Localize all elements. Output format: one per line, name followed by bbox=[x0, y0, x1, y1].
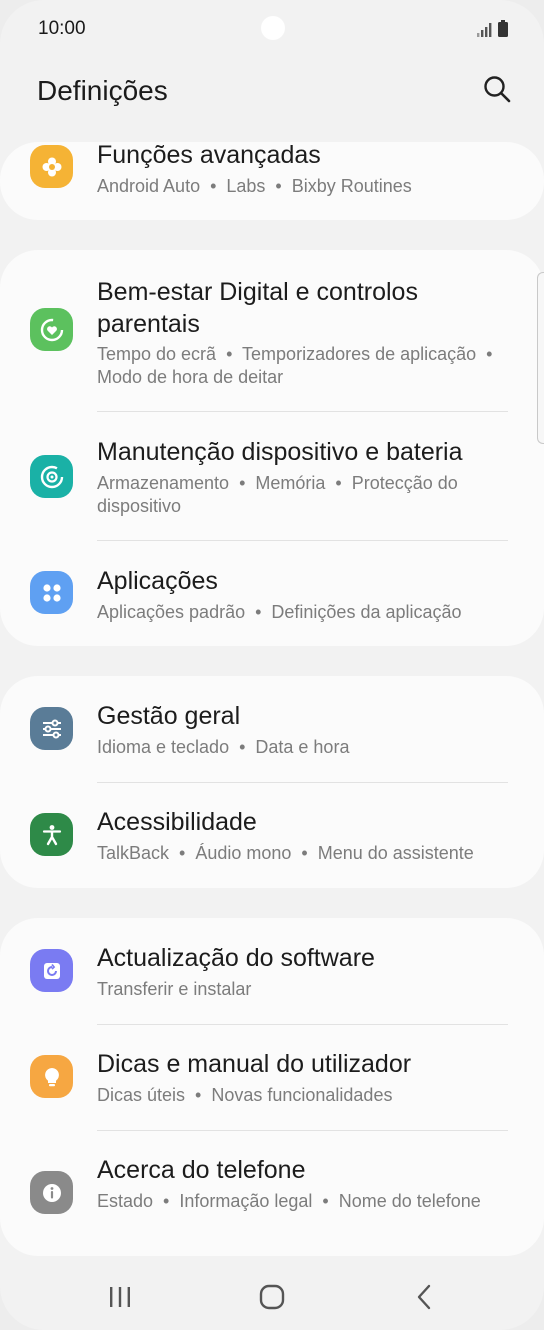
item-subtitle: Armazenamento • Memória • Protecção do d… bbox=[97, 473, 463, 516]
item-software-update[interactable]: Actualização do software Transferir e in… bbox=[0, 918, 544, 1024]
info-icon bbox=[30, 1171, 73, 1214]
search-icon bbox=[484, 76, 511, 103]
item-subtitle: Aplicações padrão • Definições da aplica… bbox=[97, 602, 462, 622]
wellbeing-heart-icon bbox=[30, 308, 73, 351]
item-general-management[interactable]: Gestão geral Idioma e teclado • Data e h… bbox=[0, 676, 544, 782]
status-bar: 10:00 bbox=[0, 0, 544, 60]
item-title: Funções avançadas bbox=[97, 141, 321, 169]
recents-icon bbox=[110, 1287, 130, 1307]
item-subtitle: TalkBack • Áudio mono • Menu do assisten… bbox=[97, 843, 474, 863]
item-title: Manutenção dispositivo e bateria bbox=[97, 438, 463, 466]
item-title: Acerca do telefone bbox=[97, 1156, 306, 1184]
status-time: 10:00 bbox=[38, 18, 86, 39]
puzzle-flower-icon bbox=[30, 145, 73, 188]
card-advanced: Funções avançadas Android Auto • Labs • … bbox=[0, 141, 544, 220]
item-advanced-features[interactable]: Funções avançadas Android Auto • Labs • … bbox=[0, 141, 544, 220]
battery-icon bbox=[498, 20, 508, 37]
card-support-group: Actualização do software Transferir e in… bbox=[0, 918, 544, 1256]
navigation-bar bbox=[0, 1262, 544, 1330]
item-apps[interactable]: Aplicações Aplicações padrão • Definiçõe… bbox=[0, 541, 544, 646]
page-title: Definições bbox=[37, 75, 168, 106]
device-care-icon bbox=[30, 455, 73, 498]
item-subtitle: Estado • Informação legal • Nome do tele… bbox=[97, 1191, 481, 1211]
item-subtitle: Tempo do ecrã • Temporizadores de aplica… bbox=[97, 344, 503, 387]
item-title: Dicas e manual do utilizador bbox=[97, 1050, 412, 1078]
card-wellbeing-group: Bem-estar Digital e controlos parentais … bbox=[0, 250, 544, 646]
camera-cutout bbox=[261, 16, 285, 40]
scrollbar[interactable] bbox=[537, 272, 544, 444]
sliders-icon bbox=[30, 707, 73, 750]
phone-screen: 10:00 Definições Funções avançadas Andro… bbox=[0, 0, 544, 1330]
software-update-icon bbox=[30, 949, 73, 992]
item-accessibility[interactable]: Acessibilidade TalkBack • Áudio mono • M… bbox=[0, 783, 544, 888]
lightbulb-icon bbox=[30, 1055, 73, 1098]
item-title: Bem-estar Digital e controlos parentais bbox=[97, 278, 418, 338]
item-title: Gestão geral bbox=[97, 702, 241, 730]
card-general-group: Gestão geral Idioma e teclado • Data e h… bbox=[0, 676, 544, 888]
app-header: Definições bbox=[0, 60, 544, 130]
recents-button[interactable] bbox=[100, 1280, 140, 1314]
item-title: Aplicações bbox=[97, 567, 218, 595]
back-button[interactable] bbox=[404, 1280, 444, 1314]
back-icon bbox=[417, 1284, 431, 1310]
item-title: Actualização do software bbox=[97, 944, 375, 972]
search-button[interactable] bbox=[482, 74, 512, 104]
item-subtitle: Dicas úteis • Novas funcionalidades bbox=[97, 1085, 393, 1105]
item-about-phone[interactable]: Acerca do telefone Estado • Informação l… bbox=[0, 1131, 544, 1256]
item-subtitle: Android Auto • Labs • Bixby Routines bbox=[97, 176, 412, 196]
home-button[interactable] bbox=[252, 1280, 292, 1314]
item-device-care[interactable]: Manutenção dispositivo e bateria Armazen… bbox=[0, 412, 544, 540]
accessibility-person-icon bbox=[30, 813, 73, 856]
home-icon bbox=[259, 1284, 285, 1310]
item-subtitle: Transferir e instalar bbox=[97, 979, 252, 999]
signal-icon bbox=[477, 23, 492, 37]
item-subtitle: Idioma e teclado • Data e hora bbox=[97, 737, 350, 757]
item-digital-wellbeing[interactable]: Bem-estar Digital e controlos parentais … bbox=[0, 250, 544, 410]
item-tips-manual[interactable]: Dicas e manual do utilizador Dicas úteis… bbox=[0, 1025, 544, 1130]
item-title: Acessibilidade bbox=[97, 808, 257, 836]
apps-grid-icon bbox=[30, 571, 73, 614]
status-icons bbox=[477, 20, 508, 37]
